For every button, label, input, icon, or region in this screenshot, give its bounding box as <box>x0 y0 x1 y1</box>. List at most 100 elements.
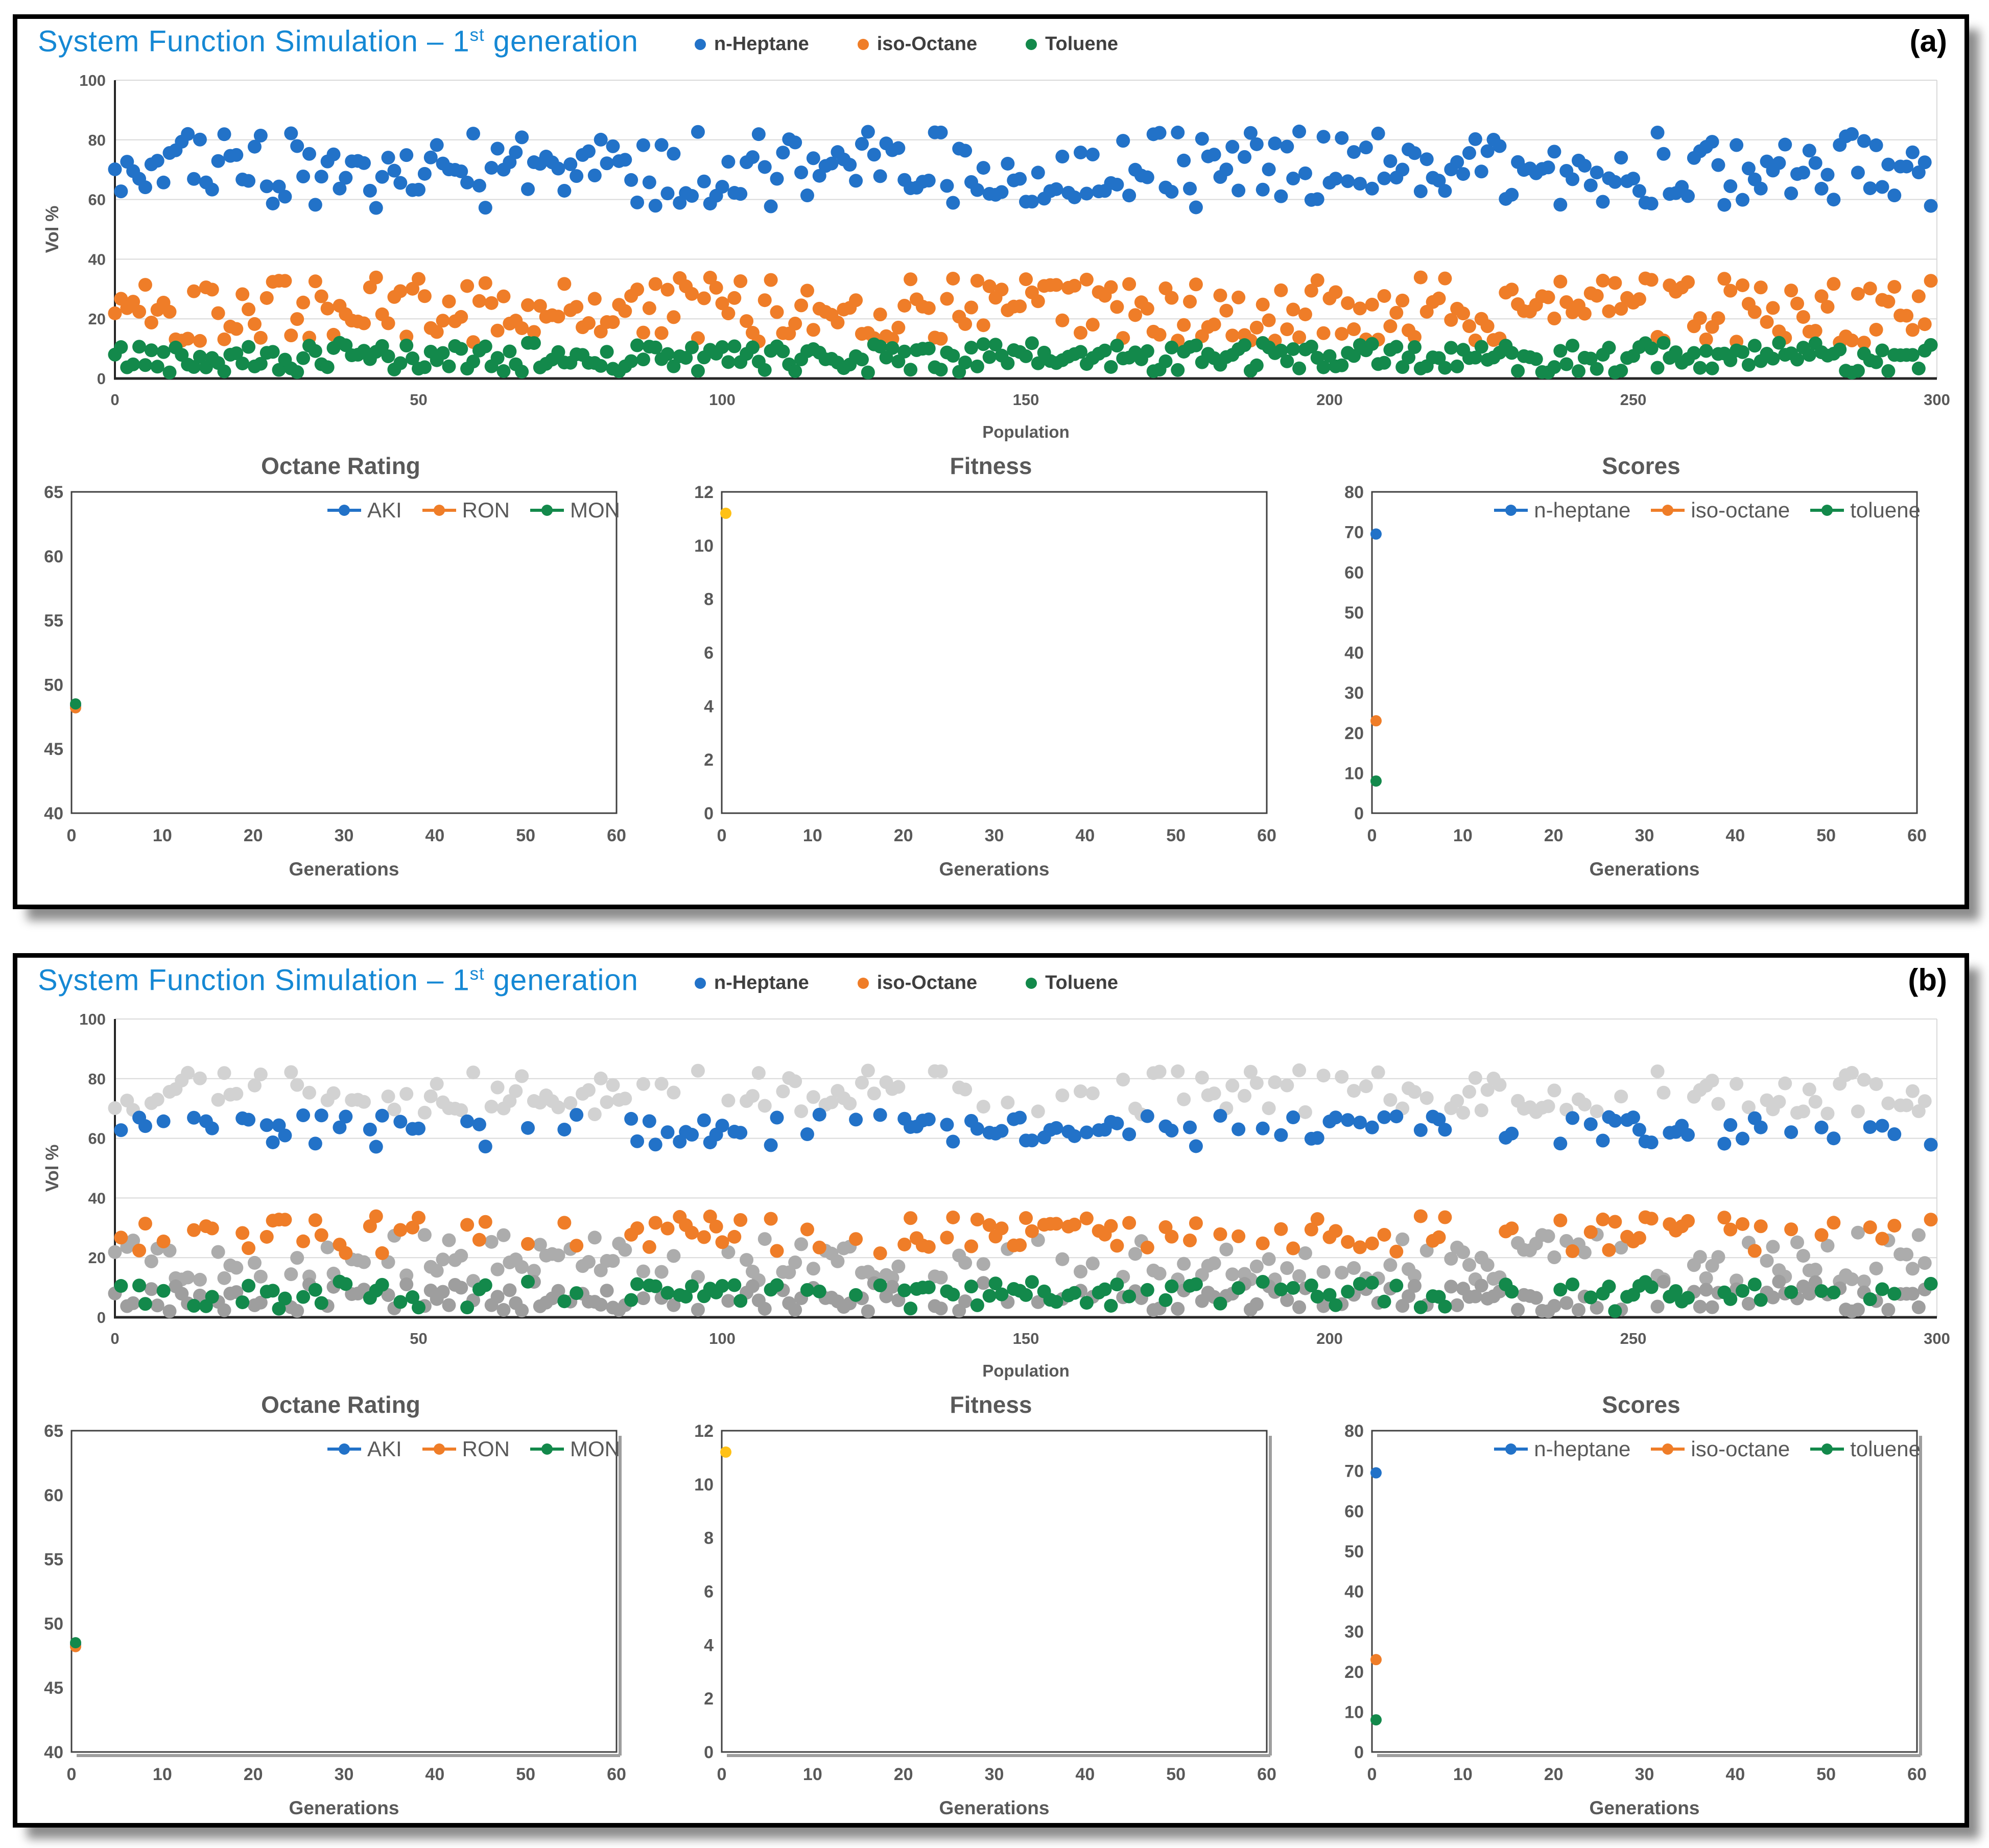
x-axis-title: Generations <box>1590 1797 1700 1818</box>
legend-line-dot-marker <box>1494 509 1528 512</box>
svg-text:300: 300 <box>1924 391 1950 409</box>
y-axis-tick-labels: 404550556065 <box>44 1423 63 1762</box>
svg-text:100: 100 <box>79 72 106 89</box>
legend-line-dot-marker <box>1810 509 1844 512</box>
svg-text:50: 50 <box>410 391 427 409</box>
subchart-fitness: Fitness0246810120102030405060Generations <box>679 451 1303 895</box>
subchart-fitness: Fitness0246810120102030405060Generations <box>679 1390 1303 1834</box>
svg-text:40: 40 <box>1075 826 1095 845</box>
svg-text:250: 250 <box>1620 391 1647 409</box>
main-legend: n-Heptane iso-Octane Toluene <box>695 972 1118 994</box>
svg-text:70: 70 <box>1344 523 1364 542</box>
legend-item-iso-octane: iso-octane <box>1651 498 1790 523</box>
y-axis-tick-labels: 024681012 <box>694 1423 714 1762</box>
svg-text:60: 60 <box>1257 826 1276 845</box>
panel-a-corner-label: (a) <box>1910 26 1947 57</box>
svg-text:30: 30 <box>1344 1622 1364 1642</box>
svg-text:200: 200 <box>1316 391 1343 409</box>
main-legend-item-label: Toluene <box>1045 972 1118 994</box>
page-title-suffix: generation <box>485 25 638 58</box>
plot-box <box>722 492 1267 813</box>
svg-text:250: 250 <box>1620 1330 1647 1347</box>
svg-text:20: 20 <box>1344 724 1364 743</box>
svg-text:150: 150 <box>1013 391 1039 409</box>
legend-line-dot-marker <box>1651 509 1685 512</box>
svg-text:40: 40 <box>88 1189 106 1207</box>
svg-text:60: 60 <box>88 191 106 209</box>
svg-text:4: 4 <box>704 697 714 716</box>
svg-text:20: 20 <box>1544 1765 1564 1784</box>
series-toluene <box>108 336 1938 380</box>
series-iso-octane <box>1370 715 1382 726</box>
legend-item-toluene: toluene <box>1810 1437 1921 1461</box>
legend-item-label: toluene <box>1850 498 1921 523</box>
svg-text:30: 30 <box>1635 1765 1654 1784</box>
svg-text:10: 10 <box>153 826 172 845</box>
svg-text:40: 40 <box>425 826 444 845</box>
svg-text:2: 2 <box>704 750 714 770</box>
legend-dot-icon <box>1026 978 1037 989</box>
plot-box <box>1372 1431 1917 1752</box>
svg-text:20: 20 <box>894 826 913 845</box>
svg-text:10: 10 <box>694 1475 714 1495</box>
svg-text:60: 60 <box>607 826 626 845</box>
svg-text:30: 30 <box>335 1765 354 1784</box>
legend-item-label: n-heptane <box>1534 1437 1630 1461</box>
svg-text:10: 10 <box>1344 1702 1364 1722</box>
series-n-heptane <box>108 125 1938 215</box>
main-legend-item-label: Toluene <box>1045 33 1118 55</box>
y-axis-tick-labels: 01020304050607080 <box>1344 484 1364 823</box>
subchart-legend-scores: n-heptaneiso-octanetoluene <box>1494 1437 1921 1461</box>
svg-text:10: 10 <box>803 826 822 845</box>
svg-text:4: 4 <box>704 1636 714 1655</box>
svg-text:0: 0 <box>67 826 77 845</box>
svg-text:80: 80 <box>1344 484 1364 502</box>
svg-text:40: 40 <box>1725 826 1745 845</box>
subchart-svg-octane-rating: 4045505560650102030405060Generations <box>32 1423 650 1831</box>
y-axis-tick-labels: 01020304050607080 <box>1344 1423 1364 1762</box>
svg-text:20: 20 <box>894 1765 913 1784</box>
x-axis-tick-labels: 050100150200250300 <box>110 391 1950 409</box>
legend-dot-icon <box>1505 505 1517 516</box>
x-axis-title: Generations <box>939 859 1050 880</box>
x-axis-tick-labels: 0102030405060 <box>1367 826 1927 845</box>
legend-line-dot-marker <box>530 1448 564 1451</box>
svg-text:30: 30 <box>985 826 1004 845</box>
legend-dot-icon <box>339 505 350 516</box>
legend-dot-icon <box>1662 1443 1673 1455</box>
y-axis-tick-labels: 024681012 <box>694 484 714 823</box>
main-legend-item-label: n-Heptane <box>714 972 809 994</box>
series-fitness <box>720 1447 731 1458</box>
y-axis-tick-labels: 404550556065 <box>44 484 63 823</box>
series-n-heptane <box>1370 1467 1382 1479</box>
svg-text:65: 65 <box>44 1423 63 1441</box>
subchart-octane-rating: Octane RatingAKIRONMON404550556065010203… <box>29 1390 653 1834</box>
svg-text:0: 0 <box>1367 1765 1377 1784</box>
svg-text:0: 0 <box>704 804 714 823</box>
svg-text:0: 0 <box>1354 1743 1364 1762</box>
svg-text:100: 100 <box>79 1010 106 1028</box>
svg-text:0: 0 <box>110 1330 119 1347</box>
svg-text:20: 20 <box>244 826 263 845</box>
subchart-legend-octane-rating: AKIRONMON <box>327 1437 620 1461</box>
subcharts-row-a: Octane RatingAKIRONMON404550556065010203… <box>17 451 1964 895</box>
svg-text:0: 0 <box>1367 826 1377 845</box>
population-scatter-chart-b: 020406080100050100150200250300Population… <box>17 1007 1964 1390</box>
svg-text:300: 300 <box>1924 1330 1950 1347</box>
page-title-suffix: generation <box>485 963 638 997</box>
svg-text:20: 20 <box>244 1765 263 1784</box>
svg-text:40: 40 <box>44 804 63 823</box>
legend-line-dot-marker <box>327 1448 361 1451</box>
main-legend-item-iso-octane: iso-Octane <box>858 33 977 55</box>
legend-item-mon: MON <box>530 498 620 523</box>
svg-text:50: 50 <box>1816 826 1836 845</box>
svg-text:60: 60 <box>1907 1765 1927 1784</box>
svg-text:45: 45 <box>44 740 63 759</box>
x-axis-title: Generations <box>289 859 399 880</box>
figure-page: System Function Simulation – 1st generat… <box>0 0 1989 1848</box>
subchart-scores: Scoresn-heptaneiso-octanetoluene01020304… <box>1329 1390 1953 1834</box>
svg-text:10: 10 <box>694 536 714 556</box>
series-mon <box>70 1637 81 1648</box>
main-legend-item-label: iso-Octane <box>877 972 977 994</box>
svg-text:10: 10 <box>803 1765 822 1784</box>
